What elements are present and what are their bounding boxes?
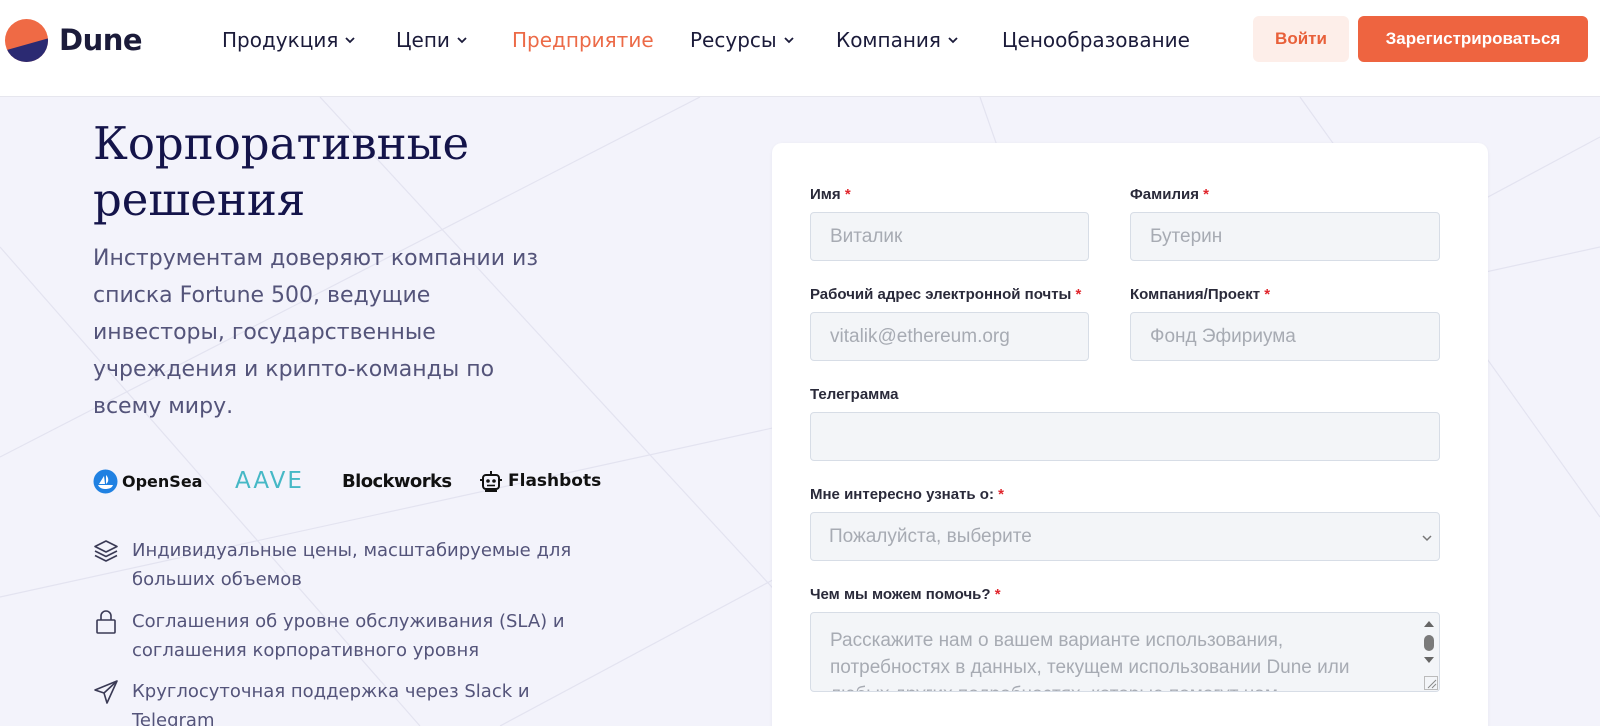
help-textarea[interactable]: Расскажите нам о вашем варианте использо… bbox=[810, 612, 1440, 692]
label-text: Рабочий адрес электронной почты bbox=[810, 286, 1072, 303]
required-mark: * bbox=[994, 586, 1001, 603]
nav-item-label: Ценообразование bbox=[1002, 28, 1190, 52]
chevron-down-icon bbox=[784, 37, 794, 44]
nav-item-pricing[interactable]: Ценообразование bbox=[1002, 28, 1190, 52]
feature-text: Круглосуточная поддержка через Slack и T… bbox=[132, 677, 602, 726]
textarea-placeholder: Расскажите нам о вашем варианте использо… bbox=[830, 627, 1410, 691]
nav-item-label: Ресурсы bbox=[690, 28, 777, 52]
label-text: Фамилия bbox=[1130, 186, 1199, 203]
required-mark: * bbox=[1203, 186, 1209, 203]
partner-name: OpenSea bbox=[122, 471, 203, 491]
feature-line: больших объемов bbox=[132, 569, 302, 590]
placeholder-line: любых других подробностях, которые помог… bbox=[830, 684, 1278, 691]
nav-item-label: Продукция bbox=[222, 28, 339, 52]
scrollbar-thumb[interactable] bbox=[1424, 635, 1434, 651]
required-mark: * bbox=[998, 486, 1004, 503]
nav-item-company[interactable]: Компания bbox=[836, 28, 959, 52]
placeholder-line: Расскажите нам о вашем варианте использо… bbox=[830, 630, 1284, 651]
hero-subtitle: Инструментам доверяют компании из списка… bbox=[93, 240, 563, 425]
subtitle-line: списка Fortune 500, ведущие bbox=[93, 283, 431, 308]
telegram-label: Телеграмма bbox=[810, 386, 899, 403]
nav-item-chains[interactable]: Цепи bbox=[396, 28, 468, 52]
first-name-input[interactable] bbox=[810, 212, 1089, 261]
brand-name: Dune bbox=[59, 23, 143, 57]
first-name-label: Имя * bbox=[810, 186, 851, 203]
resize-handle-icon[interactable] bbox=[1424, 676, 1438, 690]
last-name-label: Фамилия * bbox=[1130, 186, 1209, 203]
label-text: Мне интересно узнать о: bbox=[810, 486, 994, 503]
title-line: решения bbox=[93, 173, 306, 226]
feature-line: Индивидуальные цены, масштабируемые для bbox=[132, 540, 572, 561]
email-label: Рабочий адрес электронной почты * bbox=[810, 286, 1081, 303]
select-value: Пожалуйста, выберите bbox=[829, 526, 1032, 547]
contact-form-card: Имя * Фамилия * Рабочий адрес электронно… bbox=[772, 143, 1488, 726]
email-input[interactable] bbox=[810, 312, 1089, 361]
page-title: Корпоративные решения bbox=[93, 116, 653, 228]
feature-text: Индивидуальные цены, масштабируемые для … bbox=[132, 536, 602, 594]
required-mark: * bbox=[1264, 286, 1271, 303]
last-name-input[interactable] bbox=[1130, 212, 1440, 261]
dune-logo-icon bbox=[4, 18, 49, 62]
company-label: Компания/Проект * bbox=[1130, 286, 1270, 303]
nav-item-label: Предприятие bbox=[512, 28, 654, 52]
top-nav-bar: Dune Продукция Цепи Предприятие Ресурсы … bbox=[0, 0, 1600, 97]
feature-line: Круглосуточная поддержка через Slack и T… bbox=[132, 681, 530, 726]
partner-name: Blockworks bbox=[342, 470, 452, 492]
partner-name: AAVE bbox=[235, 468, 304, 494]
nav-item-label: Цепи bbox=[396, 28, 450, 52]
dune-logo[interactable]: Dune bbox=[4, 17, 143, 63]
placeholder-line: потребностях в данных, текущем использов… bbox=[830, 657, 1350, 678]
feature-line: Соглашения об уровне обслуживания (SLA) … bbox=[132, 611, 565, 632]
partner-logo-aave: AAVE bbox=[235, 466, 304, 496]
subtitle-line: инвесторы, государственные bbox=[93, 320, 436, 345]
partner-logo-flashbots: Flashbots bbox=[479, 466, 601, 496]
signup-button[interactable]: Зарегистрироваться bbox=[1358, 16, 1588, 62]
nav-item-products[interactable]: Продукция bbox=[222, 28, 356, 52]
feature-text: Соглашения об уровне обслуживания (SLA) … bbox=[132, 607, 602, 665]
required-mark: * bbox=[844, 186, 851, 203]
telegram-input[interactable] bbox=[810, 412, 1440, 461]
label-text: Телеграмма bbox=[810, 386, 899, 403]
required-mark: * bbox=[1075, 286, 1082, 303]
scroll-down-arrow-icon[interactable] bbox=[1423, 655, 1435, 665]
scroll-up-arrow-icon[interactable] bbox=[1423, 619, 1435, 629]
chevron-down-icon bbox=[345, 37, 355, 44]
nav-item-enterprise[interactable]: Предприятие bbox=[512, 28, 654, 52]
label-text: Компания/Проект bbox=[1130, 286, 1261, 303]
chevron-down-icon bbox=[457, 37, 467, 44]
send-icon bbox=[94, 680, 118, 704]
interest-label: Мне интересно узнать о: * bbox=[810, 486, 1004, 503]
opensea-icon bbox=[93, 469, 118, 493]
chevron-down-icon bbox=[948, 37, 958, 44]
help-label: Чем мы можем помочь? * bbox=[810, 586, 1001, 603]
partner-logo-blockworks: Blockworks bbox=[342, 466, 452, 496]
interest-select[interactable]: Пожалуйста, выберите bbox=[810, 512, 1440, 561]
feature-line: соглашения корпоративного уровня bbox=[132, 640, 480, 661]
label-text: Имя bbox=[810, 186, 841, 203]
lock-icon bbox=[96, 610, 116, 634]
subtitle-line: всему миру. bbox=[93, 394, 234, 419]
nav-item-label: Компания bbox=[836, 28, 941, 52]
layers-icon bbox=[94, 540, 118, 562]
subtitle-line: учреждения и крипто-команды по bbox=[93, 357, 495, 382]
nav-item-resources[interactable]: Ресурсы bbox=[690, 28, 795, 52]
label-text: Чем мы можем помочь? bbox=[810, 586, 991, 603]
chevron-down-icon bbox=[1422, 535, 1432, 542]
flashbots-robot-icon bbox=[480, 470, 502, 492]
subtitle-line: Инструментам доверяют компании из bbox=[93, 246, 539, 271]
title-line: Корпоративные bbox=[93, 117, 470, 170]
login-button[interactable]: Войти bbox=[1253, 16, 1349, 62]
company-input[interactable] bbox=[1130, 312, 1440, 361]
partner-logo-opensea: OpenSea bbox=[93, 466, 202, 496]
partner-name: Flashbots bbox=[508, 471, 602, 491]
